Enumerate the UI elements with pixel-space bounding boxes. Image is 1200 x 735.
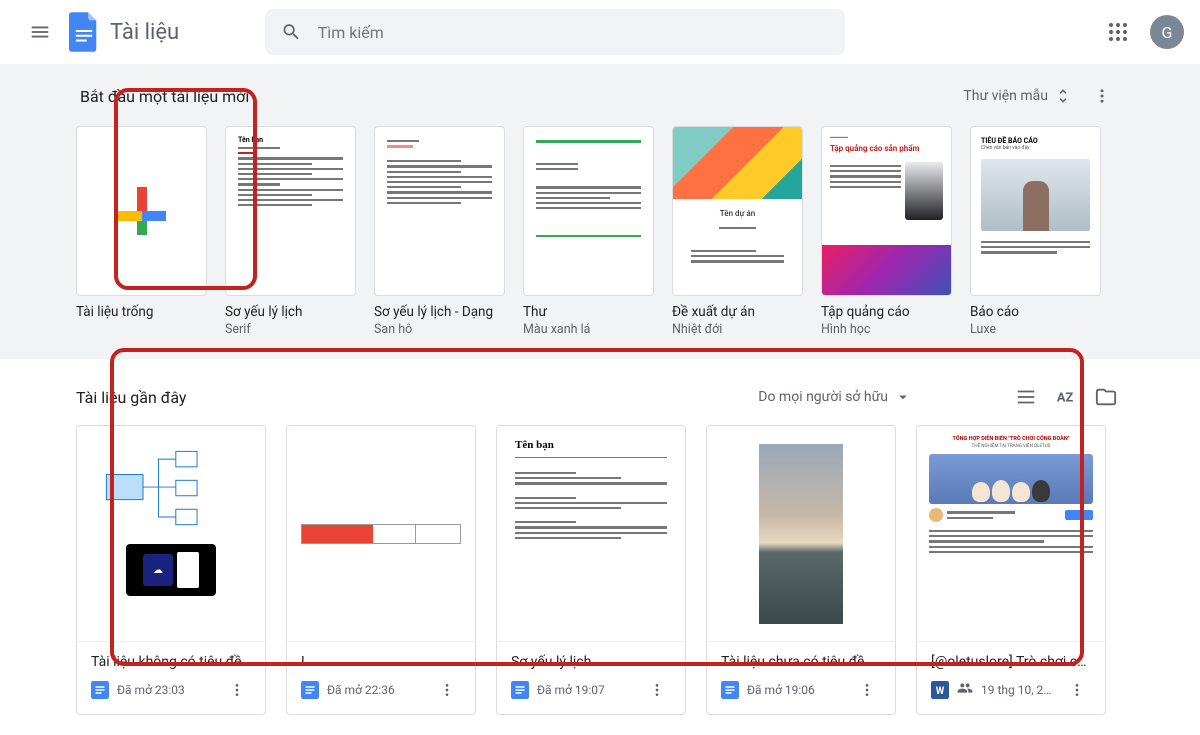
svg-text:W: W: [936, 686, 945, 697]
main-menu-button[interactable]: [16, 8, 64, 56]
template-subtitle: San hô: [374, 322, 505, 337]
more-vert-icon: [859, 682, 875, 698]
account-avatar[interactable]: G: [1150, 15, 1184, 49]
search-icon: [281, 21, 302, 43]
shared-icon: [957, 680, 973, 700]
template-brochure[interactable]: ━━━━━━ Tập quảng cáo sản phẩm Tập quảng …: [821, 126, 952, 337]
list-view-button[interactable]: [1008, 379, 1044, 415]
template-title: Sơ yếu lý lịch - Dạng: [374, 304, 505, 320]
template-title: Báo cáo: [970, 304, 1101, 320]
template-title: Thư: [523, 304, 654, 320]
folder-icon: [1095, 386, 1117, 408]
more-vert-icon: [1093, 87, 1111, 105]
doc-title: Sơ yếu lý lịch: [511, 654, 671, 670]
doc-title: Tài liệu chưa có tiêu đề: [721, 654, 881, 670]
apps-button[interactable]: [1098, 12, 1138, 52]
templates-more-button[interactable]: [1084, 78, 1120, 114]
doc-card[interactable]: TỔNG HỢP DIỄN BIẾN "TRÒ CHƠI CÔNG ĐOÀN" …: [916, 425, 1106, 715]
doc-date: Đã mở 23:03: [117, 683, 215, 697]
product-name: Tài liệu: [110, 20, 179, 45]
templates-row: Tài liệu trống Tên bạn Sơ yếu lý lịch Se…: [76, 126, 1124, 337]
menu-icon: [29, 21, 51, 43]
more-vert-icon: [649, 682, 665, 698]
more-vert-icon: [1069, 682, 1085, 698]
folder-button[interactable]: [1088, 379, 1124, 415]
template-title: Đề xuất dự án: [672, 304, 803, 320]
doc-more-button[interactable]: [1063, 676, 1091, 704]
doc-card[interactable]: ☁ Tài liệu không có tiêu đề Đã mở 23:03: [76, 425, 266, 715]
docs-file-icon: [91, 681, 109, 699]
list-view-icon: [1015, 386, 1037, 408]
template-blank[interactable]: Tài liệu trống: [76, 126, 207, 337]
doc-card[interactable]: Tên bạn Sơ yếu lý lịch Đã mở 19:07: [496, 425, 686, 715]
more-vert-icon: [229, 682, 245, 698]
docs-file-icon: [301, 681, 319, 699]
recent-section: Tài liệu gần đây Do mọi người sở hữu AZ …: [0, 359, 1200, 735]
recent-grid: ☁ Tài liệu không có tiêu đề Đã mở 23:03 …: [68, 425, 1132, 715]
template-title: Tài liệu trống: [76, 304, 207, 320]
docs-file-icon: [721, 681, 739, 699]
doc-more-button[interactable]: [853, 676, 881, 704]
owner-filter-label: Do mọi người sở hữu: [758, 389, 888, 405]
doc-date: Đã mở 22:36: [327, 683, 425, 697]
doc-title: [@oletuslore] Trò chơi cu...: [931, 654, 1091, 670]
doc-more-button[interactable]: [643, 676, 671, 704]
docs-logo-icon: [69, 12, 99, 52]
template-letter[interactable]: Thư Màu xanh lá: [523, 126, 654, 337]
search-input[interactable]: [318, 23, 829, 42]
doc-title: Tài liệu không có tiêu đề: [91, 654, 251, 670]
sort-button[interactable]: AZ: [1048, 379, 1084, 415]
docs-file-icon: [511, 681, 529, 699]
recent-title: Tài liệu gần đây: [76, 388, 187, 407]
template-gallery-label: Thư viện mẫu: [963, 88, 1048, 104]
docs-logo[interactable]: [64, 12, 104, 52]
template-subtitle: Luxe: [970, 322, 1101, 337]
unfold-icon: [1054, 87, 1072, 105]
more-vert-icon: [439, 682, 455, 698]
template-title: Tập quảng cáo: [821, 304, 952, 320]
templates-title: Bắt đầu một tài liệu mới: [80, 87, 249, 106]
plus-icon: [118, 187, 166, 235]
dropdown-icon: [894, 388, 912, 406]
doc-date: 19 thg 10, 2023: [981, 683, 1055, 697]
template-subtitle: Màu xanh lá: [523, 322, 654, 337]
doc-card[interactable]: L Đã mở 22:36: [286, 425, 476, 715]
search-bar[interactable]: [265, 9, 845, 55]
sort-az-icon: AZ: [1055, 386, 1077, 408]
template-gallery-button[interactable]: Thư viện mẫu: [955, 81, 1080, 111]
doc-date: Đã mở 19:07: [537, 683, 635, 697]
apps-icon: [1109, 23, 1127, 41]
svg-text:AZ: AZ: [1057, 391, 1074, 406]
template-project-proposal[interactable]: Tên dự án Đề xuất dự án Nhiệt đới: [672, 126, 803, 337]
word-file-icon: W: [931, 681, 949, 699]
templates-section: Bắt đầu một tài liệu mới Thư viện mẫu: [0, 64, 1200, 359]
template-subtitle: Nhiệt đới: [672, 322, 803, 337]
doc-more-button[interactable]: [433, 676, 461, 704]
owner-filter[interactable]: Do mọi người sở hữu: [752, 382, 918, 412]
doc-title: L: [301, 654, 461, 670]
header: Tài liệu G: [0, 0, 1200, 64]
template-report[interactable]: TIÊU ĐỀ BÁO CÁO Chèn văn bản vào đây Báo…: [970, 126, 1101, 337]
template-resume-serif[interactable]: Tên bạn Sơ yếu lý lịch Serif: [225, 126, 356, 337]
template-resume-coral[interactable]: Sơ yếu lý lịch - Dạng San hô: [374, 126, 505, 337]
template-title: Sơ yếu lý lịch: [225, 304, 356, 320]
template-subtitle: Hình học: [821, 322, 952, 337]
doc-more-button[interactable]: [223, 676, 251, 704]
template-subtitle: Serif: [225, 322, 356, 337]
doc-card[interactable]: Tài liệu chưa có tiêu đề Đã mở 19:06: [706, 425, 896, 715]
doc-date: Đã mở 19:06: [747, 683, 845, 697]
